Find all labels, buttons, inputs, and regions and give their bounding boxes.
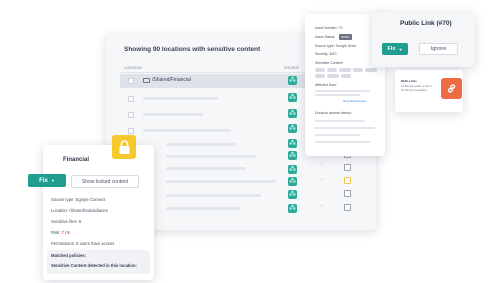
row-placeholder	[143, 97, 218, 100]
count-box	[344, 190, 351, 197]
content-tag	[353, 68, 363, 72]
history-placeholder	[315, 141, 370, 143]
row-placeholder	[166, 143, 236, 146]
row-placeholder	[143, 113, 203, 116]
fix-button[interactable]: Fix ▼	[382, 43, 408, 55]
details-sensitive-files: Sensitive files: 5	[51, 219, 82, 224]
lock-icon: ▪	[321, 177, 323, 183]
count-box	[344, 204, 351, 211]
user-placeholder	[315, 94, 360, 96]
matched-policies-label: Matched policies:	[51, 253, 87, 258]
unusual-history-label: Unusual access history:	[315, 111, 352, 115]
history-placeholder	[315, 120, 365, 122]
content-tag	[315, 68, 325, 72]
tree-icon: ⁂	[288, 204, 297, 213]
details-title: Financial	[63, 157, 90, 163]
link-icon-badge	[441, 78, 462, 99]
details-fix-label: Fix	[39, 177, 48, 184]
user-placeholder	[315, 90, 370, 92]
tree-icon: ⁂	[288, 76, 297, 85]
content-tag	[315, 74, 325, 78]
tree-icon: ⁂	[288, 177, 297, 186]
details-source-type: Source type: Egnyte Connect	[51, 197, 106, 202]
details-risk: Risk: 7 / 8	[51, 230, 70, 235]
history-placeholder	[315, 127, 375, 129]
content-tag	[339, 68, 351, 72]
sensitive-content-label: Sensitive Content:	[315, 61, 344, 65]
row-placeholder	[166, 207, 241, 210]
content-tag	[327, 74, 339, 78]
tree-icon: ⁂	[288, 93, 297, 102]
details-location: Location: /Shared/Subsidiaries	[51, 208, 108, 213]
location-details-card: Financial Show locked content Source typ…	[43, 145, 154, 280]
chevron-down-icon: ▼	[50, 178, 55, 183]
content-tag	[327, 68, 337, 72]
public-link-title: Public Link (#70)	[400, 20, 452, 27]
count-box	[344, 177, 351, 184]
public-link-card: Public Link (#70) Fix ▼ Ignore	[372, 12, 475, 67]
tree-icon: ⁂	[288, 151, 297, 160]
tree-icon: ⁂	[288, 139, 297, 148]
count-box	[344, 164, 351, 171]
tree-icon: ⁂	[288, 109, 297, 118]
lock-badge	[112, 135, 136, 159]
folder-icon	[143, 78, 150, 83]
tree-icon: ⁂	[288, 165, 297, 174]
risk-value: 7 / 8	[61, 230, 70, 235]
lock-icon: ▪	[321, 161, 323, 167]
row-placeholder	[166, 194, 261, 197]
issue-status-label: Issue Status:	[315, 35, 336, 39]
content-tag	[365, 68, 377, 72]
issue-number: Issue Number: 70	[315, 26, 343, 30]
lock-icon: ▪	[321, 203, 323, 209]
column-header-source: SOURCE	[284, 66, 299, 70]
tree-icon: ⁂	[288, 190, 297, 199]
details-fix-button[interactable]: Fix ▼	[28, 174, 66, 187]
severity: Severity: 8/10	[315, 52, 337, 56]
ignore-button[interactable]: Ignore	[419, 43, 458, 55]
chevron-down-icon: ▼	[398, 46, 403, 52]
row-placeholder	[166, 180, 276, 183]
show-locked-content-button[interactable]: Show locked content	[71, 175, 139, 188]
details-permissions: Permissions: 5 users have access	[51, 241, 115, 246]
fix-label: Fix	[387, 46, 396, 52]
status-badge: OPEN	[339, 34, 352, 40]
affected-user-label: Affected User:	[315, 83, 338, 87]
panel-title: Showing 90 locations with sensitive cont…	[124, 46, 261, 53]
row-path[interactable]: /Shared/Financial	[152, 77, 191, 83]
tooltip-heading: Multi-Links	[401, 79, 417, 83]
link-icon	[447, 84, 456, 93]
row-placeholder	[166, 155, 256, 158]
lock-icon	[119, 139, 129, 154]
row-checkbox[interactable]	[128, 112, 134, 118]
source-type: Source type: Google Drive	[315, 44, 357, 48]
risk-label: Risk:	[51, 230, 61, 235]
column-header-location: LOCATION	[124, 66, 142, 70]
row-placeholder	[143, 129, 231, 132]
show-permissions-link[interactable]: Show all permissions	[343, 100, 366, 103]
tooltip-text: As files are public, a link to the file …	[401, 85, 432, 92]
row-checkbox[interactable]	[128, 96, 134, 102]
history-placeholder	[315, 134, 360, 136]
row-placeholder	[166, 167, 246, 170]
row-checkbox[interactable]	[128, 78, 134, 84]
tree-icon: ⁂	[288, 124, 297, 133]
sensitive-detected-label: Sensitive Content detected in this locat…	[51, 263, 137, 268]
content-tag	[341, 74, 351, 78]
row-checkbox[interactable]	[128, 128, 134, 134]
